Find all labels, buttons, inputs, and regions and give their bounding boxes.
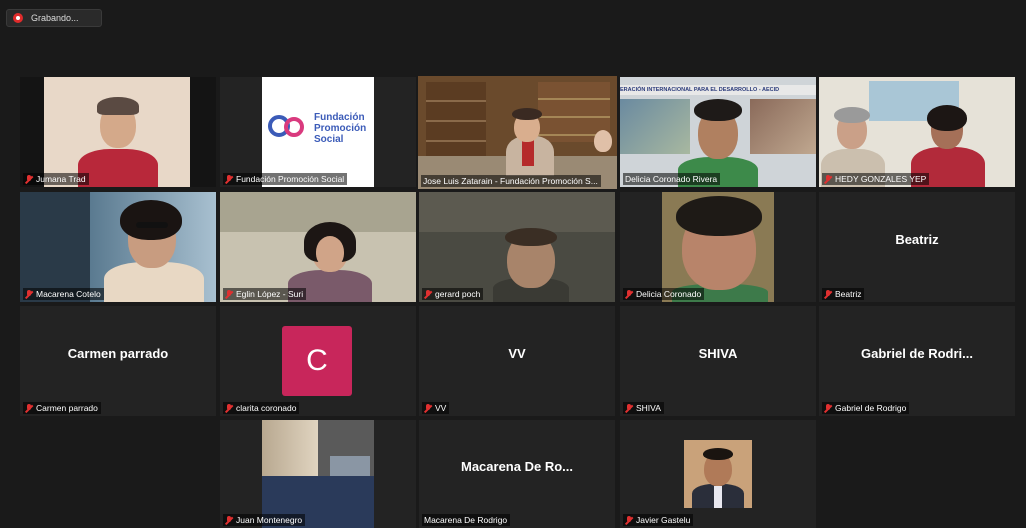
- video-tile-juan-montenegro[interactable]: Juan Montenegro: [220, 420, 416, 528]
- video-feed: [819, 77, 1015, 187]
- video-tile-jose-luis-zatarain[interactable]: Jose Luis Zatarain - Fundación Promoción…: [418, 76, 617, 189]
- video-tile-vv[interactable]: VV VV: [419, 306, 615, 416]
- video-feed: [220, 420, 416, 528]
- video-feed: [419, 192, 615, 302]
- video-tile-jumana-trad[interactable]: Jumana Trad: [20, 77, 216, 187]
- mic-muted-icon: [424, 403, 432, 413]
- video-tile-eglin-lopez[interactable]: Eglin López - Suri: [220, 192, 416, 302]
- mic-muted-icon: [625, 289, 633, 299]
- video-tile-gerard-poch[interactable]: gerard poch: [419, 192, 615, 302]
- video-tile-gabriel-de-rodrigo[interactable]: Gabriel de Rodri... Gabriel de Rodrigo: [819, 306, 1015, 416]
- video-tile-javier-gastelu[interactable]: Javier Gastelu: [620, 420, 816, 528]
- participant-name: Jose Luis Zatarain - Fundación Promoción…: [421, 175, 601, 187]
- video-tile-delicia-coronado[interactable]: Delicia Coronado: [620, 192, 816, 302]
- mic-muted-icon: [25, 289, 33, 299]
- mic-muted-icon: [225, 515, 233, 525]
- mic-muted-icon: [625, 403, 633, 413]
- fundacion-logo: Fundación Promoción Social: [262, 77, 374, 187]
- video-feed: [20, 192, 216, 302]
- mic-muted-icon: [824, 174, 832, 184]
- mic-muted-icon: [225, 403, 233, 413]
- participant-name: SHIVA: [623, 402, 664, 414]
- participant-name: HEDY GONZALES YEP: [822, 173, 930, 185]
- participant-name: Carmen parrado: [23, 402, 101, 414]
- top-bar: Grabando...: [0, 0, 1026, 38]
- participant-name: Gabriel de Rodrigo: [822, 402, 910, 414]
- video-feed: [620, 192, 816, 302]
- participant-name: Delicia Coronado: [623, 288, 705, 300]
- video-tile-carmen-parrado[interactable]: Carmen parrado Carmen parrado: [20, 306, 216, 416]
- participant-name: gerard poch: [422, 288, 484, 300]
- participant-name: Javier Gastelu: [623, 514, 694, 526]
- video-tile-clarita-coronado[interactable]: C clarita coronado: [220, 306, 416, 416]
- participant-display-name: SHIVA: [698, 345, 738, 361]
- video-tile-fundacion[interactable]: Fundación Promoción Social Fundación Pro…: [220, 77, 416, 187]
- participant-name: Beatriz: [822, 288, 865, 300]
- video-feed: [20, 77, 216, 187]
- participant-name: Eglin López - Suri: [223, 288, 307, 300]
- avatar: C: [282, 326, 352, 396]
- mic-muted-icon: [824, 289, 832, 299]
- participant-name: Macarena Cotelo: [23, 288, 104, 300]
- mic-muted-icon: [424, 289, 432, 299]
- participant-name: Macarena De Rodrigo: [422, 514, 511, 526]
- video-tile-shiva[interactable]: SHIVA SHIVA: [620, 306, 816, 416]
- mic-muted-icon: [225, 174, 233, 184]
- participant-name: clarita coronado: [223, 402, 300, 414]
- participant-display-name: Beatriz: [895, 231, 939, 247]
- participant-name: Jumana Trad: [23, 173, 89, 185]
- participant-display-name: Carmen parrado: [67, 345, 169, 361]
- video-feed: [418, 76, 617, 189]
- participant-name: Delicia Coronado Rivera: [623, 173, 721, 185]
- mic-muted-icon: [625, 515, 633, 525]
- participant-display-name: VV: [508, 345, 526, 361]
- participant-name: Fundación Promoción Social: [223, 173, 348, 185]
- mic-muted-icon: [225, 289, 233, 299]
- video-tile-delicia-coronado-rivera[interactable]: ERACIÓN INTERNACIONAL PARA EL DESARROLLO…: [620, 77, 816, 187]
- video-feed: [220, 192, 416, 302]
- video-tile-macarena-de-rodrigo[interactable]: Macarena De Ro... Macarena De Rodrigo: [419, 420, 615, 528]
- participant-display-name: Gabriel de Rodri...: [861, 345, 973, 361]
- video-feed: ERACIÓN INTERNACIONAL PARA EL DESARROLLO…: [620, 77, 816, 187]
- video-tile-hedy-gonzales[interactable]: HEDY GONZALES YEP: [819, 77, 1015, 187]
- recording-label: Grabando...: [31, 13, 79, 23]
- mic-muted-icon: [824, 403, 832, 413]
- profile-photo: [684, 440, 752, 508]
- participant-name: VV: [422, 402, 450, 414]
- participant-display-name: Macarena De Ro...: [461, 458, 573, 474]
- participant-name: Juan Montenegro: [223, 514, 306, 526]
- mic-muted-icon: [25, 403, 33, 413]
- video-tile-beatriz[interactable]: Beatriz Beatriz: [819, 192, 1015, 302]
- recording-indicator[interactable]: Grabando...: [6, 9, 102, 27]
- record-icon: [13, 13, 23, 23]
- mic-muted-icon: [25, 174, 33, 184]
- video-tile-macarena-cotelo[interactable]: Macarena Cotelo: [20, 192, 216, 302]
